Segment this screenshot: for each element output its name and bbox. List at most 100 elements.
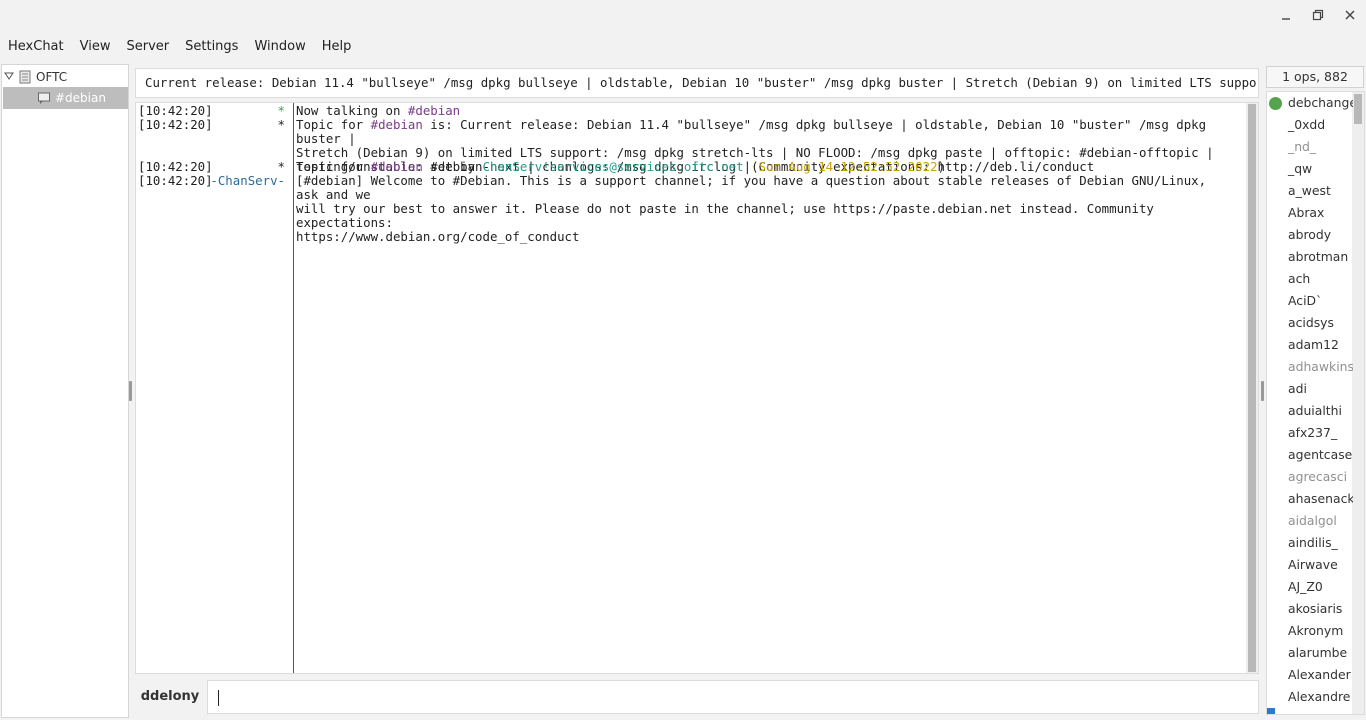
- user-nick: debchange: [1288, 95, 1353, 110]
- menu-hexchat[interactable]: HexChat: [0, 36, 72, 58]
- nick: *: [277, 103, 285, 118]
- user-nick: ach: [1288, 271, 1311, 286]
- user-list-item[interactable]: adi: [1267, 378, 1353, 400]
- user-nick: abrody: [1288, 227, 1332, 242]
- user-list-item[interactable]: debchange: [1267, 92, 1353, 114]
- timestamp: [10:42:20]: [138, 103, 213, 118]
- menu-server[interactable]: Server: [118, 36, 177, 58]
- user-nick: alarumbe: [1288, 645, 1348, 660]
- user-list-item[interactable]: aduialthi: [1267, 400, 1353, 422]
- left-pane-handle[interactable]: [129, 381, 132, 401]
- user-list-item[interactable]: Airwave: [1267, 554, 1353, 576]
- hexchat-window: HexChat View Server Settings Window Help…: [0, 0, 1366, 720]
- nick: -ChanServ-: [210, 173, 285, 188]
- user-nick: afx237_: [1288, 425, 1338, 440]
- user-nick: adam12: [1288, 337, 1339, 352]
- user-nick: _0xdd: [1288, 117, 1326, 132]
- menu-help[interactable]: Help: [314, 36, 360, 58]
- nick: *: [277, 117, 285, 132]
- expander-icon[interactable]: [4, 70, 14, 84]
- menu-settings[interactable]: Settings: [177, 36, 246, 58]
- user-nick: AciD`: [1288, 293, 1323, 308]
- user-list-item[interactable]: adam12: [1267, 334, 1353, 356]
- close-icon[interactable]: [1340, 6, 1360, 26]
- user-nick: Alexandre: [1288, 689, 1351, 704]
- user-list-item[interactable]: Alexander: [1267, 664, 1353, 686]
- channel-tree: OFTC #debian: [1, 64, 129, 718]
- tree-item-channel[interactable]: #debian: [3, 87, 128, 109]
- user-list-item[interactable]: ach: [1267, 268, 1353, 290]
- topic-bar[interactable]: Current release: Debian 11.4 "bullseye" …: [135, 68, 1259, 98]
- user-nick: aidalgol: [1288, 513, 1337, 528]
- user-list-item[interactable]: Abrax: [1267, 202, 1353, 224]
- user-list-item[interactable]: AJ_Z0: [1267, 576, 1353, 598]
- menubar: HexChat View Server Settings Window Help: [0, 36, 359, 58]
- chat-log[interactable]: [10:42:20] * Now talking on #debian [10:…: [135, 102, 1259, 674]
- message-input[interactable]: [207, 680, 1259, 714]
- user-list-item[interactable]: _qw: [1267, 158, 1353, 180]
- message: Topic for #debian set by ChanServ!servic…: [296, 159, 946, 174]
- user-nick: akosiaris: [1288, 601, 1343, 616]
- user-list-item[interactable]: abrotman: [1267, 246, 1353, 268]
- menu-view[interactable]: View: [72, 36, 119, 58]
- user-list-item[interactable]: ahasenack: [1267, 488, 1353, 510]
- user-nick: a_west: [1288, 183, 1331, 198]
- scrollbar-thumb[interactable]: [1354, 94, 1362, 124]
- user-list-item[interactable]: abrody: [1267, 224, 1353, 246]
- my-nick-button[interactable]: ddelony: [135, 680, 205, 714]
- right-pane-handle[interactable]: [1261, 381, 1264, 401]
- minimize-icon[interactable]: [1276, 6, 1296, 26]
- user-nick: agentcase: [1288, 447, 1353, 462]
- user-list-item[interactable]: aidalgol: [1267, 510, 1353, 532]
- user-list-item[interactable]: alarumbe: [1267, 642, 1353, 664]
- user-nick: _qw: [1288, 161, 1313, 176]
- user-list-item[interactable]: Alexandre: [1267, 686, 1353, 708]
- menu-window[interactable]: Window: [246, 36, 313, 58]
- text-caret: [218, 690, 219, 706]
- message: Now talking on #debian: [296, 103, 461, 118]
- timestamp: [10:42:20]: [138, 159, 213, 174]
- tree-item-server[interactable]: OFTC: [2, 66, 128, 88]
- user-nick: acidsys: [1288, 315, 1334, 330]
- user-nick: Airwave: [1288, 557, 1338, 572]
- op-status-icon: [1269, 97, 1282, 110]
- user-count: 1 ops, 882 total: [1266, 66, 1364, 104]
- user-list-item[interactable]: _nd_: [1267, 136, 1353, 158]
- server-label: OFTC: [36, 70, 68, 84]
- userlist-scrollbar[interactable]: [1352, 92, 1364, 714]
- channel-label: #debian: [55, 91, 106, 105]
- user-nick: Alexander: [1288, 667, 1351, 682]
- user-nick: ahasenack: [1288, 491, 1353, 506]
- timestamp: [10:42:20]: [138, 117, 213, 132]
- user-list-item[interactable]: agentcase: [1267, 444, 1353, 466]
- user-list-item[interactable]: _0xdd: [1267, 114, 1353, 136]
- user-list-item[interactable]: aindilis_: [1267, 532, 1353, 554]
- nick: *: [277, 159, 285, 174]
- maximize-icon[interactable]: [1308, 6, 1328, 26]
- user-nick: aduialthi: [1288, 403, 1342, 418]
- user-list-item[interactable]: adhawkins: [1267, 356, 1353, 378]
- user-nick: agrecasci: [1288, 469, 1348, 484]
- user-nick: _nd_: [1288, 139, 1317, 154]
- user-list-item[interactable]: Akronym: [1267, 620, 1353, 642]
- user-list-item[interactable]: akosiaris: [1267, 598, 1353, 620]
- user-list-item[interactable]: agrecasci: [1267, 466, 1353, 488]
- message: [#debian] Welcome to #Debian. This is a …: [296, 173, 1207, 244]
- user-list-item[interactable]: AciD`: [1267, 290, 1353, 312]
- user-nick: adi: [1288, 381, 1307, 396]
- user-list-item[interactable]: acidsys: [1267, 312, 1353, 334]
- chat-scrollbar[interactable]: [1246, 103, 1258, 673]
- server-icon: [18, 70, 32, 84]
- nick-separator: [293, 103, 294, 673]
- user-list[interactable]: debchange _0xdd _nd_ _qw a_west Abrax abrody ab…: [1266, 91, 1365, 715]
- user-list-item[interactable]: a_west: [1267, 180, 1353, 202]
- user-list-item[interactable]: afx237_: [1267, 422, 1353, 444]
- channel-icon: [37, 91, 51, 105]
- user-nick: AJ_Z0: [1288, 579, 1323, 594]
- horizontal-scroll-thumb[interactable]: [1267, 708, 1275, 714]
- scrollbar-thumb[interactable]: [1248, 104, 1256, 672]
- timestamp: [10:42:20]: [138, 173, 213, 188]
- user-nick: abrotman: [1288, 249, 1349, 264]
- user-nick: Abrax: [1288, 205, 1325, 220]
- user-nick: aindilis_: [1288, 535, 1338, 550]
